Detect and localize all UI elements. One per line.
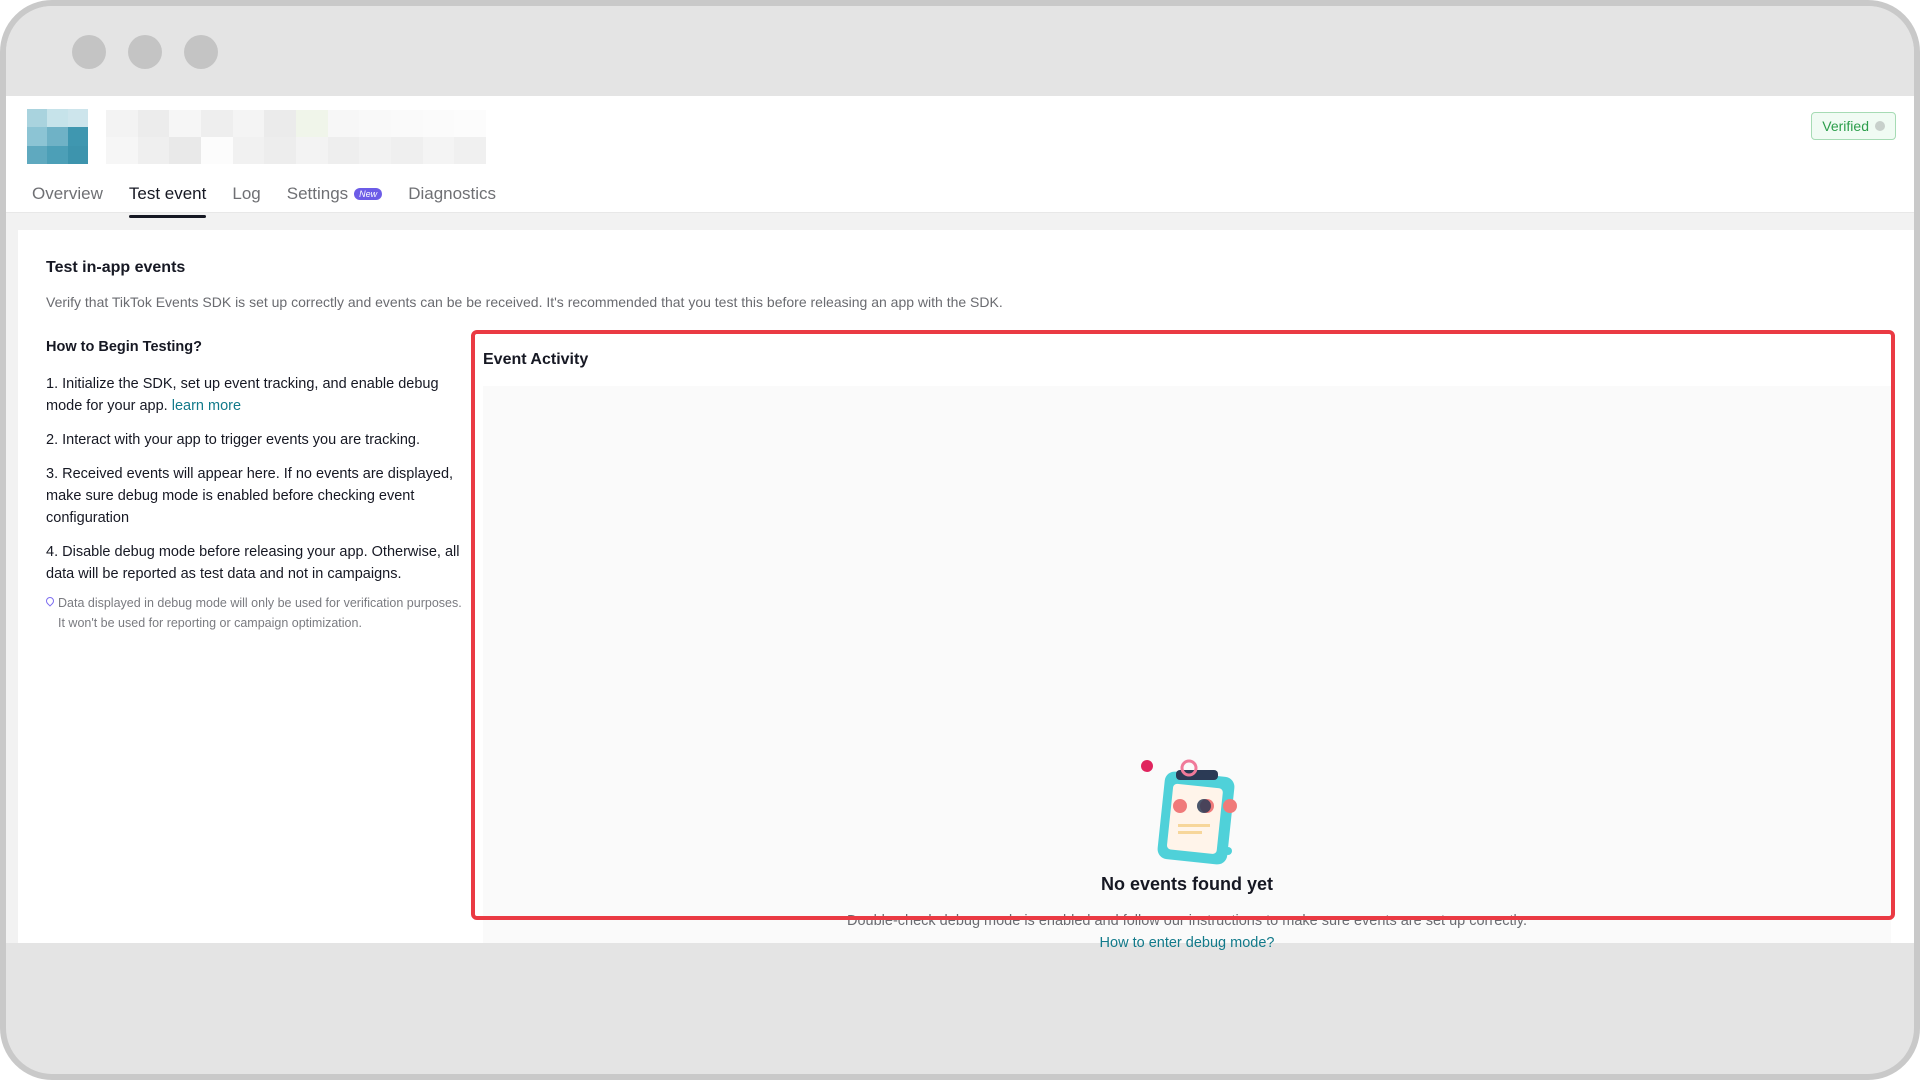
location-pin-icon [46, 597, 54, 607]
tab-settings[interactable]: Settings New [286, 184, 383, 212]
tab-diagnostics[interactable]: Diagnostics [408, 184, 496, 212]
tab-log[interactable]: Log [232, 184, 260, 212]
empty-state: No events found yet Double-check debug m… [483, 756, 1891, 952]
empty-state-description: Double-check debug mode is enabled and f… [847, 913, 1527, 929]
tab-bar: Overview Test event Log Settings New Diag… [32, 184, 496, 218]
learn-more-link[interactable]: learn more [172, 398, 241, 414]
step-4: 4. Disable debug mode before releasing y… [46, 544, 460, 582]
new-badge: New [354, 188, 383, 200]
tab-label: Overview [32, 184, 103, 203]
window-close-button[interactable] [72, 35, 106, 69]
window-titlebar [6, 6, 1914, 96]
clipboard-icon [1141, 759, 1237, 865]
window-zoom-button[interactable] [184, 35, 218, 69]
app-icon [27, 109, 88, 164]
event-activity-panel: No events found yet Double-check debug m… [483, 386, 1891, 951]
app-content: Verified Overview Test event Log Setting… [6, 96, 1914, 951]
tab-test-event[interactable]: Test event [128, 184, 207, 218]
window-minimize-button[interactable] [128, 35, 162, 69]
verified-label: Verified [1822, 118, 1869, 134]
page-header: Verified Overview Test event Log Setting… [6, 96, 1914, 218]
tab-label: Diagnostics [408, 184, 497, 203]
tab-overview[interactable]: Overview [32, 184, 103, 212]
tab-label: Settings [286, 184, 349, 203]
step-1: 1. Initialize the SDK, set up event trac… [46, 373, 466, 417]
verified-badge: Verified [1811, 112, 1896, 140]
test-events-card: Test in-app events Verify that TikTok Ev… [18, 230, 1914, 951]
app-name-redacted [106, 110, 486, 164]
page-description: Verify that TikTok Events SDK is set up … [46, 294, 1003, 310]
step-1-text: 1. Initialize the SDK, set up event trac… [46, 376, 439, 414]
note-text: Data displayed in debug mode will only b… [58, 596, 462, 630]
debug-mode-help-link[interactable]: How to enter debug mode? [1100, 935, 1275, 951]
debug-data-note: Data displayed in debug mode will only b… [46, 593, 466, 633]
empty-state-title: No events found yet [1100, 874, 1274, 894]
info-icon[interactable] [1875, 121, 1885, 131]
step-2: 2. Interact with your app to trigger eve… [46, 432, 420, 448]
tab-label: Test event [128, 184, 207, 203]
browser-window: Verified Overview Test event Log Setting… [0, 0, 1920, 1080]
step-3: 3. Received events will appear here. If … [46, 466, 454, 526]
page-title: Test in-app events [46, 259, 186, 276]
event-activity-title: Event Activity [483, 351, 589, 368]
how-to-heading: How to Begin Testing? [46, 339, 202, 355]
how-to-panel: How to Begin Testing? 1. Initialize the … [46, 330, 466, 633]
tab-label: Log [232, 184, 261, 203]
event-activity-section: Event Activity No events found yet Doubl… [471, 330, 1895, 951]
